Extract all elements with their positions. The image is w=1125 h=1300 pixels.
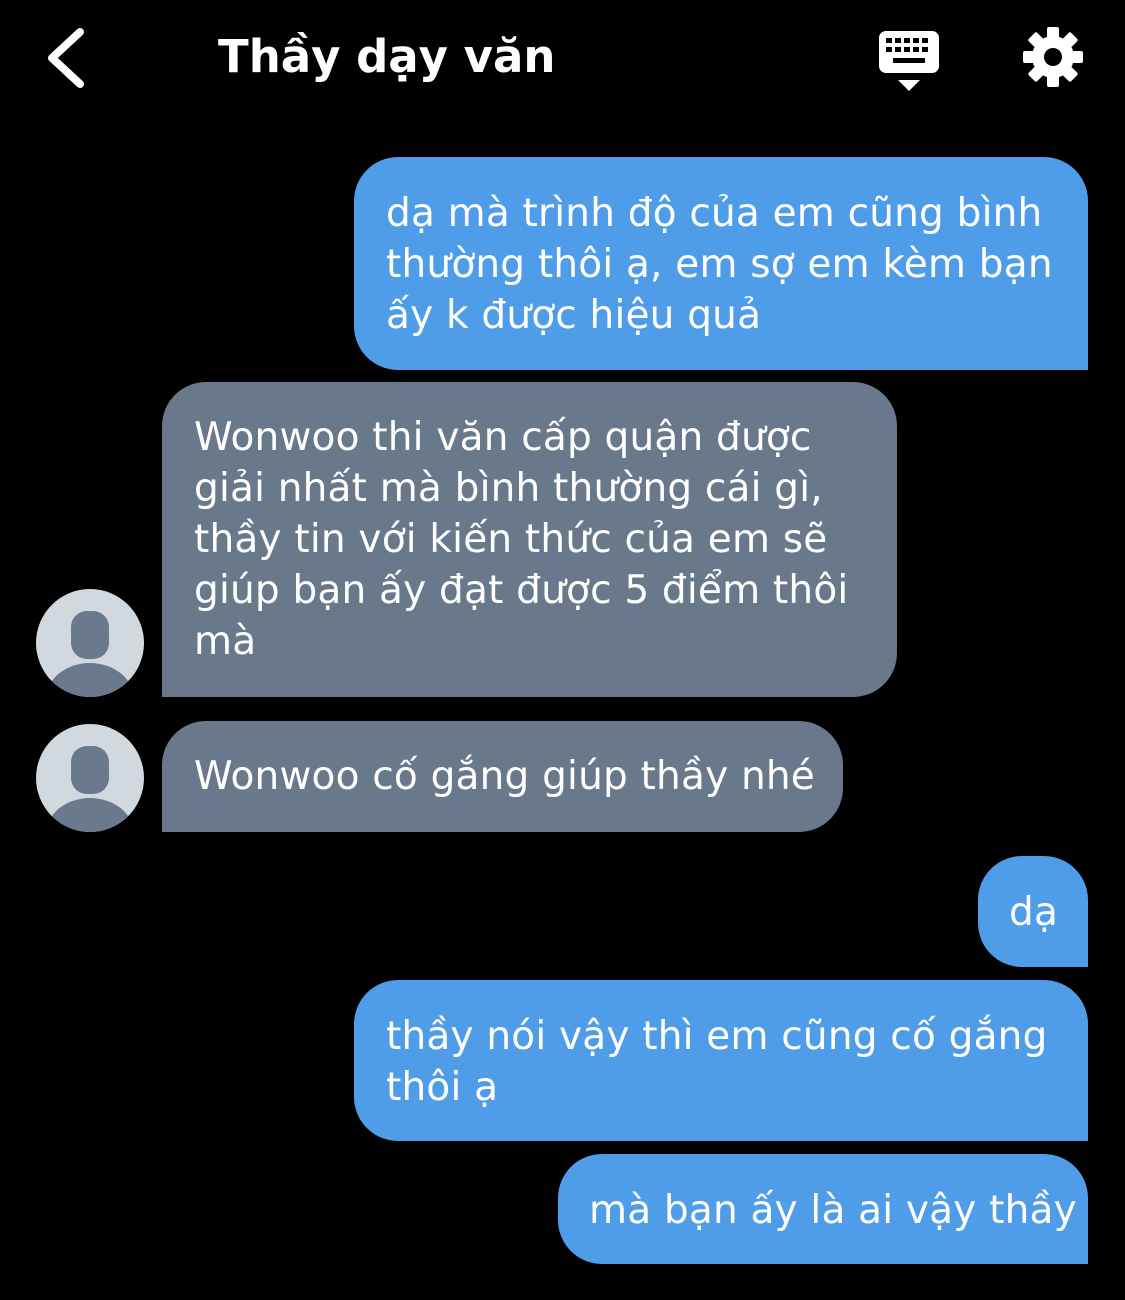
default-avatar-icon <box>46 611 134 697</box>
message-bubble-outgoing[interactable]: thầy nói vậy thì em cũng cố gắng thôi ạ <box>354 980 1088 1141</box>
default-avatar-icon <box>46 746 134 832</box>
message-bubble-outgoing[interactable]: dạ <box>978 856 1088 967</box>
chevron-left-icon <box>48 28 84 88</box>
back-button[interactable] <box>40 26 100 90</box>
message-bubble-outgoing[interactable]: dạ mà trình độ của em cũng bình thường t… <box>354 157 1088 370</box>
chat-header: Thầy dạy văn <box>0 0 1125 120</box>
message-bubble-outgoing[interactable]: mà bạn ấy là ai vậy thầy <box>558 1154 1088 1264</box>
settings-button[interactable] <box>1022 26 1084 88</box>
gear-icon <box>1023 27 1083 87</box>
avatar[interactable] <box>36 589 144 697</box>
keyboard-icon <box>879 31 939 91</box>
keyboard-button[interactable] <box>876 28 942 94</box>
message-bubble-incoming[interactable]: Wonwoo cố gắng giúp thầy nhé <box>162 721 843 832</box>
avatar[interactable] <box>36 724 144 832</box>
chat-screen: Thầy dạy văn dạ mà trình độ của em cũng … <box>0 0 1125 1300</box>
message-bubble-incoming[interactable]: Wonwoo thi văn cấp quận được giải nhất m… <box>162 382 897 697</box>
chat-title: Thầy dạy văn <box>218 30 556 83</box>
